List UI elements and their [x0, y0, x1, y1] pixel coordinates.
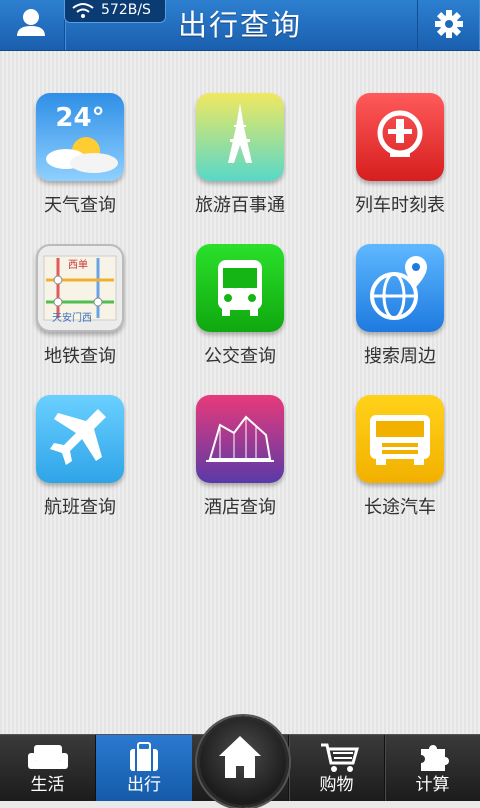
suitcase-icon	[130, 742, 158, 771]
tile-hotel[interactable]: 酒店查询	[160, 353, 320, 518]
weather-icon: 24°	[36, 93, 124, 181]
map-station-label: 西单	[68, 260, 88, 271]
home-icon	[219, 736, 261, 778]
nav-item-life[interactable]: 生活	[0, 735, 95, 801]
nav-label: 生活	[30, 775, 65, 795]
network-status: 572B/S	[64, 0, 166, 23]
tile-long-distance-bus[interactable]: 长途汽车	[320, 353, 480, 518]
hotel-building-icon	[196, 395, 284, 483]
coach-bus-icon	[356, 395, 444, 483]
subway-map-icon: 西单 天安门西	[36, 244, 124, 332]
nav-label: 出行	[127, 775, 161, 795]
wifi-icon	[72, 3, 94, 18]
cart-icon	[321, 743, 359, 772]
nav-item-travel[interactable]: 出行	[96, 735, 192, 801]
tile-subway[interactable]: 西单 天安门西 地铁查询	[0, 202, 160, 367]
tile-label: 航班查询	[44, 497, 116, 518]
tile-weather[interactable]: 24° 天气查询	[0, 51, 160, 216]
network-speed: 572B/S	[101, 2, 151, 18]
tile-bus[interactable]: 公交查询	[160, 202, 320, 367]
nav-label: 购物	[319, 775, 354, 795]
puzzle-icon	[421, 745, 449, 771]
nav-label: 计算	[415, 775, 450, 795]
app-grid: 24° 天气查询 旅游百事通 列车时刻表 西单 天安门西 地铁查询 公交查询 搜…	[0, 51, 480, 734]
top-bar: 572B/S 出行查询	[0, 0, 480, 51]
tile-travel[interactable]: 旅游百事通	[160, 51, 320, 216]
profile-button[interactable]	[0, 0, 65, 50]
tile-train-schedule[interactable]: 列车时刻表	[320, 51, 480, 216]
tile-label: 酒店查询	[204, 497, 276, 518]
airplane-icon	[36, 395, 124, 483]
nav-item-shopping[interactable]: 购物	[289, 735, 384, 801]
tile-nearby-search[interactable]: 搜索周边	[320, 202, 480, 367]
gear-icon	[435, 10, 463, 38]
railway-icon	[356, 93, 444, 181]
user-icon	[17, 9, 45, 36]
globe-pin-icon	[356, 244, 444, 332]
settings-button[interactable]	[417, 0, 480, 50]
eiffel-tower-icon	[196, 93, 284, 181]
tile-label: 长途汽车	[364, 497, 436, 518]
nav-item-calculate[interactable]: 计算	[385, 735, 480, 801]
map-station-label: 天安门西	[52, 313, 92, 324]
sofa-icon	[28, 745, 68, 769]
home-button[interactable]	[197, 716, 289, 808]
bus-icon	[196, 244, 284, 332]
tile-flight[interactable]: 航班查询	[0, 353, 160, 518]
